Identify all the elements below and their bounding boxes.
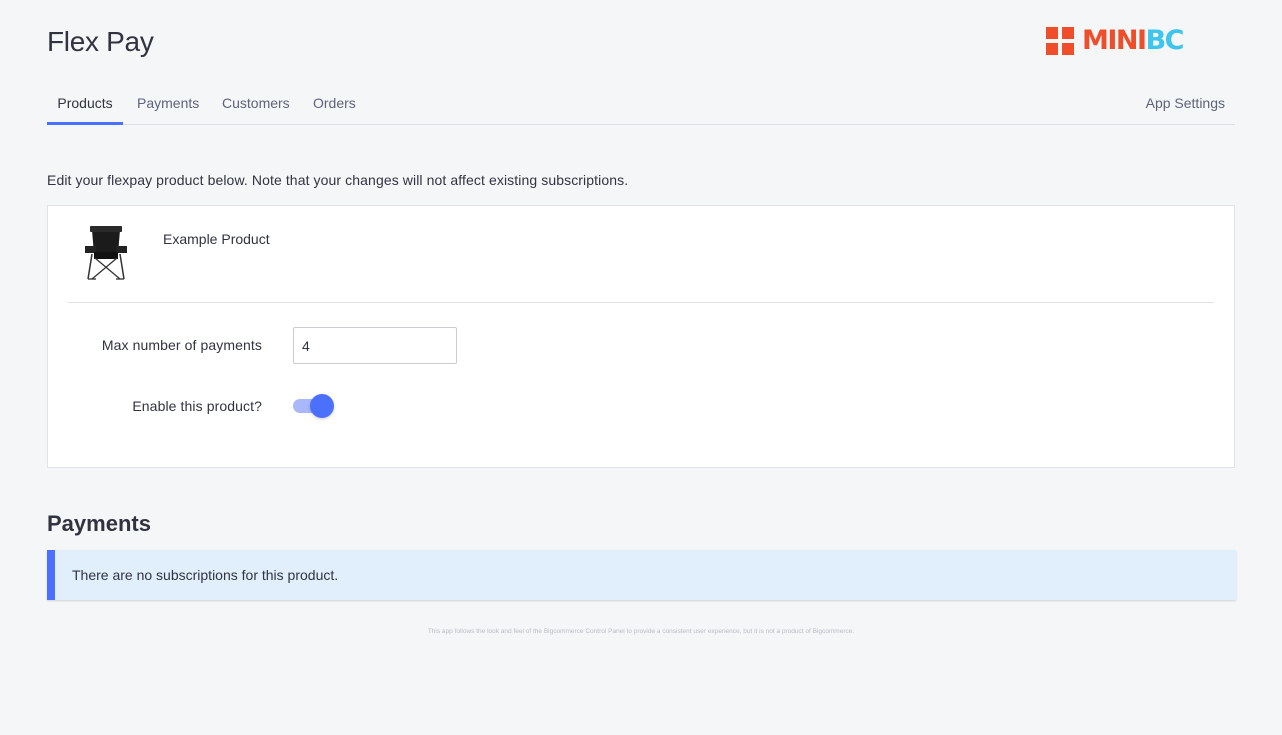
minibc-logo-icon (1046, 27, 1074, 55)
minibc-logo-text: MINIBC (1082, 25, 1185, 56)
tab-products[interactable]: Products (47, 86, 123, 125)
product-name: Example Product (163, 231, 270, 247)
no-subscriptions-alert: There are no subscriptions for this prod… (47, 550, 1236, 600)
logo-text-secondary: BC (1145, 25, 1185, 56)
enable-product-toggle[interactable] (292, 393, 336, 419)
tab-orders[interactable]: Orders (313, 86, 356, 125)
main-tabs: Products Payments Customers Orders App S… (47, 86, 1235, 125)
page-title: Flex Pay (47, 26, 154, 57)
divider (68, 302, 1214, 303)
app-settings-link[interactable]: App Settings (1146, 86, 1225, 125)
toggle-knob (310, 394, 334, 418)
max-payments-input[interactable] (293, 327, 457, 364)
minibc-logo: MINIBC (1046, 25, 1185, 56)
tab-customers[interactable]: Customers (222, 86, 290, 125)
footer-disclaimer: This app follows the look and feel of th… (427, 628, 855, 635)
intro-text: Edit your flexpay product below. Note th… (47, 172, 629, 188)
enable-product-label: Enable this product? (132, 398, 262, 414)
product-card: Example Product Max number of payments E… (47, 205, 1235, 468)
folding-chair-icon (76, 224, 136, 282)
payments-section-title: Payments (47, 511, 151, 536)
tab-payments[interactable]: Payments (137, 86, 199, 125)
logo-text-primary: MINI (1082, 25, 1147, 56)
alert-message: There are no subscriptions for this prod… (72, 567, 339, 583)
max-payments-label: Max number of payments (101, 337, 262, 353)
